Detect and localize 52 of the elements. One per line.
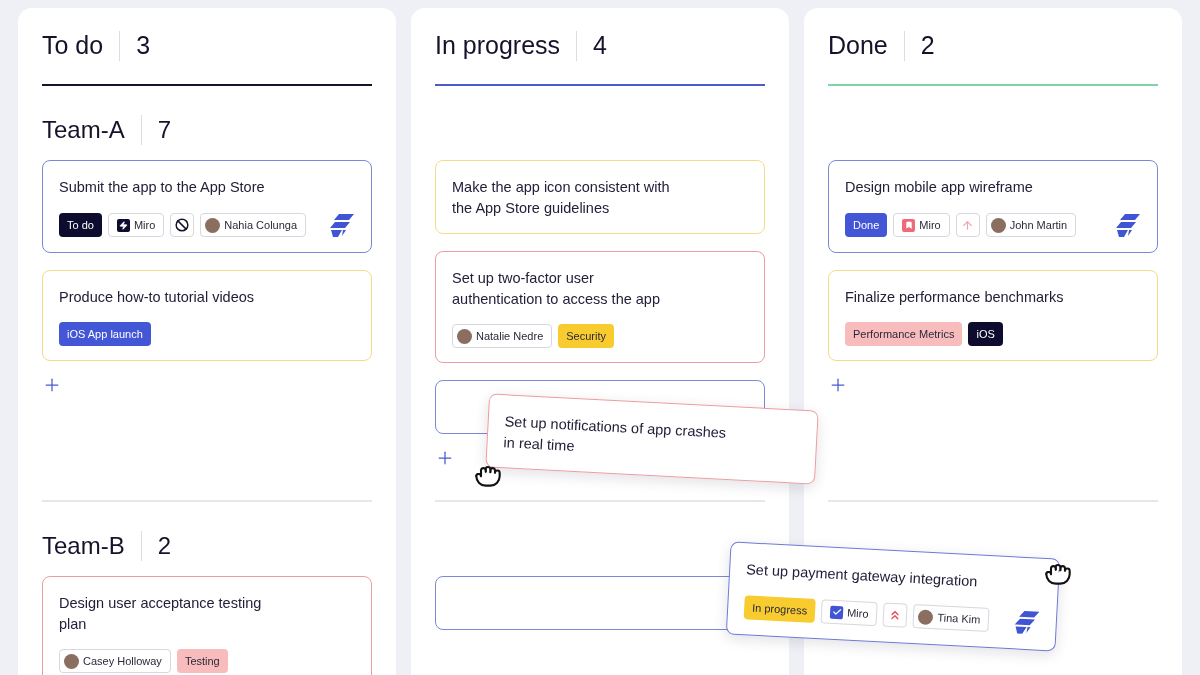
label-tag: Testing	[176, 649, 228, 673]
app-name: Miro	[919, 217, 941, 233]
column-count: 2	[919, 30, 935, 62]
person-name: Natalie Nedre	[476, 328, 544, 344]
task-card[interactable]: Set up two-factor user authentication to access the app Natalie Nedre Security	[435, 251, 765, 363]
label-tag: Performance Metrics	[845, 322, 963, 346]
task-card[interactable]: Make the app icon consistent with the App Store guidelines	[435, 160, 765, 234]
blocked-icon	[175, 218, 190, 232]
label-tag: iOS App launch	[59, 322, 151, 346]
app-name: Miro	[846, 605, 869, 622]
card-title: Set up notifications of app crashes in real time	[503, 412, 728, 456]
card-title: Make the app icon consistent with the App Store guidelines	[452, 178, 671, 218]
checkbox-icon	[829, 605, 844, 619]
person-name: Casey Holloway	[83, 653, 162, 669]
card-title: Design mobile app wireframe	[845, 178, 1034, 197]
label-tag: iOS	[968, 322, 1003, 346]
column-title: In progress	[435, 30, 562, 62]
avatar	[64, 653, 79, 669]
lane-count: 7	[156, 115, 172, 145]
card-title: Finalize performance benchmarks	[845, 288, 1065, 307]
task-card[interactable]: Submit the app to the App Store To do Miro Nahia Colunga	[42, 160, 372, 253]
bolt-icon	[116, 218, 130, 232]
card-title: Submit the app to the App Store	[59, 178, 266, 197]
person-name: John Martin	[1009, 217, 1068, 233]
lane-count: 2	[156, 531, 172, 561]
bookmark-icon	[902, 218, 916, 232]
column-count: 4	[592, 30, 607, 62]
card-title: Set up two-factor user authentication to access the app	[452, 269, 661, 309]
app-name: Miro	[133, 217, 156, 233]
lane-title: Team-A	[42, 115, 126, 145]
label-tag: Security	[558, 324, 614, 348]
avatar	[457, 328, 472, 344]
status-tag: To do	[59, 213, 102, 237]
task-card[interactable]: Finalize performance benchmarks Performance Metrics iOS	[828, 270, 1158, 361]
status-tag: In progress	[743, 595, 816, 623]
avatar	[205, 217, 221, 233]
card-title: Produce how-to tutorial videos	[59, 288, 256, 307]
card-title: Set up payment gateway integration	[745, 560, 979, 592]
avatar	[918, 608, 934, 625]
column-count: 3	[135, 30, 151, 62]
card-title: Design user acceptance testing plan	[59, 594, 263, 634]
task-card[interactable]: Design user acceptance testing plan Casey Holloway Testing	[42, 576, 372, 675]
person-name: Nahia Colunga	[224, 217, 298, 233]
column-title: To do	[42, 30, 105, 62]
avatar	[990, 217, 1006, 233]
lane-title: Team-B	[42, 531, 126, 561]
arrow-up-icon	[961, 218, 975, 232]
column-title: Done	[828, 30, 889, 62]
task-card[interactable]: Produce how-to tutorial videos iOS App launch	[42, 270, 372, 361]
task-card[interactable]: Design mobile app wireframe Done Miro John Martin	[828, 160, 1158, 253]
person-name: Tina Kim	[936, 610, 981, 628]
status-tag: Done	[845, 213, 888, 237]
